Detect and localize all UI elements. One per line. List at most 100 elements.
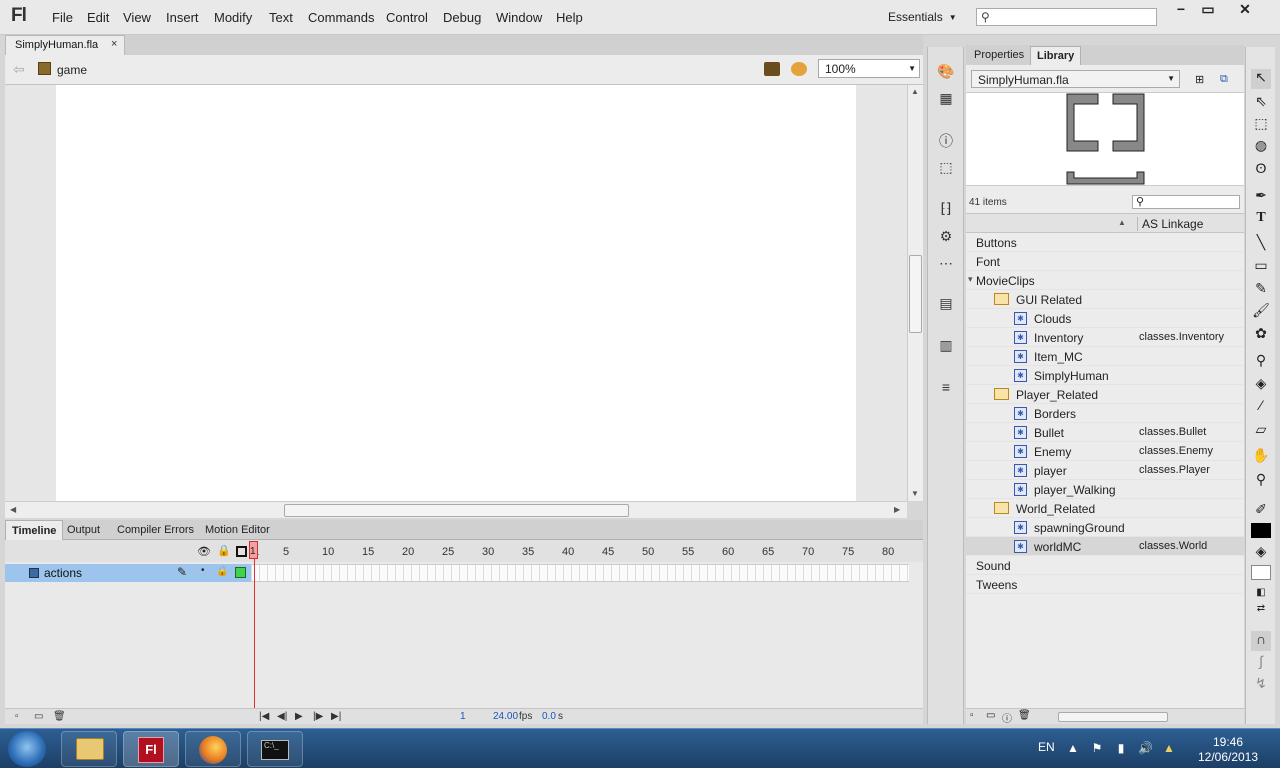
text-tool-icon[interactable]: T [1251,210,1271,230]
stage-vertical-scrollbar[interactable]: ▲ ▼ [907,85,923,501]
library-item[interactable]: World_Related [966,499,1244,518]
menu-help[interactable]: Help [556,10,583,25]
close-tab-icon[interactable]: × [111,38,117,50]
layer-row[interactable]: actions ✎ • 🔒 [5,564,251,582]
bone-tool-icon[interactable]: ⚲ [1251,352,1271,372]
swatches-icon[interactable]: ▦ [937,90,955,108]
library-item[interactable]: Sound [966,556,1244,575]
workspace-switcher[interactable]: Essentials ▼ [888,10,957,24]
volume-icon[interactable]: 🔊 [1138,741,1153,755]
stroke-swatch[interactable] [1251,523,1271,538]
align-icon[interactable]: ≡ [937,379,955,397]
deco-tool-icon[interactable]: ✿ [1251,325,1271,345]
eyedropper-tool-icon[interactable]: ⁄ [1251,397,1271,417]
current-frame[interactable]: 1 [460,711,466,722]
goto-first-icon[interactable]: |◀ [259,711,269,722]
library-item[interactable]: ✱ player classes.Player [966,461,1244,480]
menu-modify[interactable]: Modify [214,10,252,25]
delete-icon[interactable]: 🗑 [1018,710,1031,721]
edit-symbols-icon[interactable] [791,62,807,76]
components-icon[interactable]: ⚙ [937,228,955,246]
step-forward-icon[interactable]: |▶ [313,711,323,722]
library-item[interactable]: Tweens [966,575,1244,594]
paint-bucket-tool-icon[interactable]: ◈ [1251,375,1271,395]
movie-explorer-icon[interactable]: ▤ [937,295,955,313]
line-tool-icon[interactable]: ╲ [1251,234,1271,254]
smooth-icon[interactable]: ∫ [1251,653,1271,673]
taskbar-firefox[interactable] [185,731,241,767]
scroll-left-icon[interactable]: ◀ [10,505,16,514]
scroll-thumb[interactable] [284,504,629,517]
menu-insert[interactable]: Insert [166,10,199,25]
library-hscroll-thumb[interactable] [1058,712,1168,722]
library-search-input[interactable]: ⚲ [1132,195,1240,209]
properties-icon[interactable]: ⓘ [1002,710,1012,725]
tab-output[interactable]: Output [61,520,106,540]
snap-magnet-icon[interactable]: ∩ [1251,631,1271,651]
new-folder-icon[interactable]: ▭ [34,711,43,722]
taskbar-explorer[interactable] [61,731,117,767]
fps-value[interactable]: 24.00 [493,711,518,722]
new-library-icon[interactable]: ⧉ [1220,73,1228,86]
tab-motion-editor[interactable]: Motion Editor [199,520,276,540]
selection-tool-icon[interactable]: ↖ [1251,69,1271,89]
eye-icon[interactable]: 👁 [197,545,211,558]
step-back-icon[interactable]: ◀| [277,711,287,722]
eraser-tool-icon[interactable]: ▱ [1251,421,1271,441]
brush-tool-icon[interactable]: 🖌 [1251,302,1271,322]
straighten-icon[interactable]: ↯ [1251,675,1271,695]
scroll-right-icon[interactable]: ▶ [894,505,900,514]
menu-text[interactable]: Text [269,10,293,25]
menu-commands[interactable]: Commands [308,10,374,25]
library-item[interactable]: ✱ worldMC classes.World [966,537,1244,556]
fill-color-icon[interactable]: ◈ [1251,543,1271,563]
stage-horizontal-scrollbar[interactable]: ◀ ▶ [5,501,907,518]
show-hidden-icons[interactable]: ▲ [1066,741,1080,755]
library-item[interactable]: ✱ Borders [966,404,1244,423]
scene-label[interactable]: game [57,63,87,77]
goto-last-icon[interactable]: ▶| [331,711,341,722]
menu-window[interactable]: Window [496,10,542,25]
outline-icon[interactable] [236,546,247,557]
lock-icon[interactable]: 🔒 [216,566,228,577]
system-clock[interactable]: 19:46 12/06/2013 [1193,735,1263,765]
playhead[interactable]: 1 [249,541,258,711]
document-tab[interactable]: SimplyHuman.fla × [5,35,125,55]
fill-swatch[interactable] [1251,565,1271,580]
stroke-color-icon[interactable]: ✐ [1251,501,1271,521]
library-item[interactable]: Font [966,252,1244,271]
delete-layer-icon[interactable]: 🗑 [53,711,66,722]
library-item[interactable]: ✱ SimplyHuman [966,366,1244,385]
scroll-up-icon[interactable]: ▲ [911,87,919,96]
back-arrow-icon[interactable]: ⇦ [13,61,25,78]
maximize-button[interactable]: ▭ [1194,1,1222,21]
stage-canvas[interactable] [56,85,856,501]
transform-icon[interactable]: ⬚ [937,159,955,177]
layer-frames[interactable] [251,564,909,582]
swap-colors-icon[interactable]: ⇄ [1251,603,1271,623]
library-file-select[interactable]: SimplyHuman.fla ▼ [971,70,1180,88]
drive-icon[interactable]: ▲ [1162,741,1176,755]
lasso-tool-icon[interactable]: ʘ [1251,160,1271,180]
close-window-button[interactable]: ✕ [1228,1,1262,21]
new-symbol-icon[interactable]: ▫ [970,710,974,721]
info-icon[interactable]: ⓘ [937,131,955,149]
pen-tool-icon[interactable]: ✒ [1251,187,1271,207]
new-layer-icon[interactable]: ▫ [15,711,19,722]
menu-edit[interactable]: Edit [87,10,109,25]
history-icon[interactable]: ▥ [937,337,955,355]
tab-compiler-errors[interactable]: Compiler Errors [111,520,200,540]
pin-library-icon[interactable]: ⊞ [1195,73,1204,86]
tab-library[interactable]: Library [1030,46,1082,66]
sort-up-icon[interactable]: ▲ [1118,218,1126,227]
library-item[interactable]: ✱ Clouds [966,309,1244,328]
library-item[interactable]: GUI Related [966,290,1244,309]
library-item[interactable]: ✱ Inventory classes.Inventory [966,328,1244,347]
action-center-icon[interactable]: ⚑ [1090,741,1104,755]
network-icon[interactable]: ▮ [1114,741,1128,755]
menu-view[interactable]: View [123,10,151,25]
menu-debug[interactable]: Debug [443,10,481,25]
library-item[interactable]: Player_Related [966,385,1244,404]
rectangle-tool-icon[interactable]: ▭ [1251,257,1271,277]
new-folder-icon[interactable]: ▭ [986,710,995,721]
